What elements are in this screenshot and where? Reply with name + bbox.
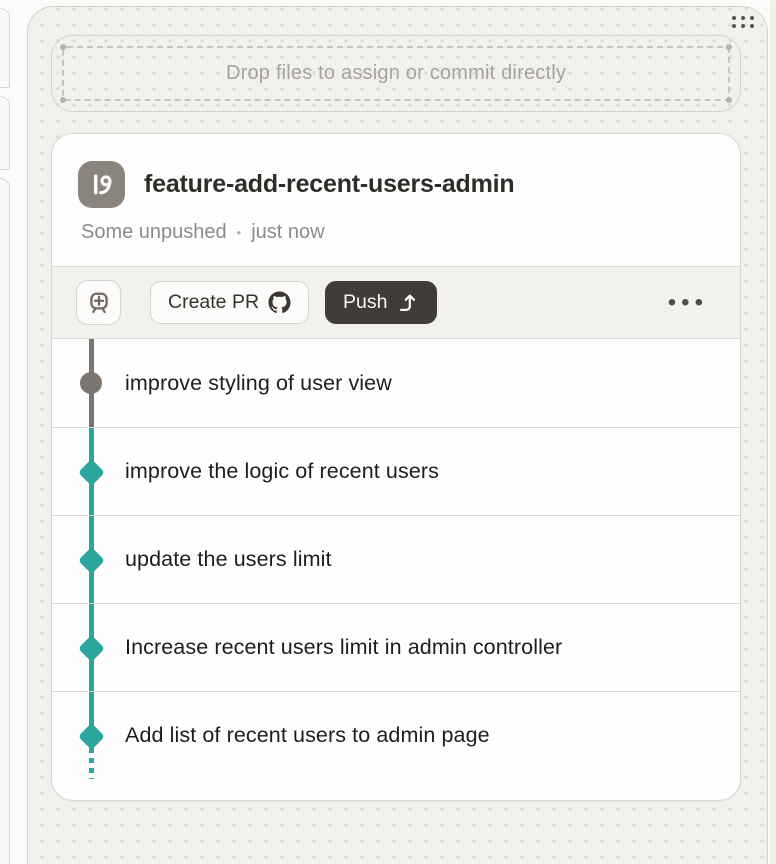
commit-marker-circle bbox=[80, 372, 102, 394]
create-pr-label: Create PR bbox=[168, 291, 259, 314]
drop-zone-corner-dot bbox=[726, 97, 732, 103]
add-commit-to-stack-button[interactable] bbox=[76, 280, 121, 325]
drag-grip-icon[interactable] bbox=[732, 16, 754, 28]
drop-zone-label: Drop files to assign or commit directly bbox=[226, 62, 566, 85]
commit-marker-diamond bbox=[78, 459, 105, 486]
commit-row[interactable]: update the users limit bbox=[52, 515, 740, 603]
push-up-arrow-icon bbox=[397, 292, 419, 314]
branch-icon bbox=[78, 161, 125, 208]
adjacent-column-card-edge bbox=[0, 96, 10, 170]
last-updated-text: just now bbox=[251, 221, 324, 244]
commit-row[interactable]: improve the logic of recent users bbox=[52, 427, 740, 515]
branch-status-line: Some unpushed • just now bbox=[81, 221, 714, 244]
adjacent-column-card-edge bbox=[0, 8, 10, 88]
push-status-text: Some unpushed bbox=[81, 221, 227, 244]
push-button[interactable]: Push bbox=[325, 281, 436, 324]
commit-marker-diamond bbox=[78, 723, 105, 750]
file-drop-zone[interactable]: Drop files to assign or commit directly bbox=[51, 35, 741, 112]
drop-zone-corner-dot bbox=[60, 97, 66, 103]
file-drop-zone-dashed-area: Drop files to assign or commit directly bbox=[62, 46, 730, 101]
create-pr-button[interactable]: Create PR bbox=[150, 281, 309, 324]
app-window: Drop files to assign or commit directly … bbox=[0, 0, 776, 864]
commit-row[interactable]: improve styling of user view bbox=[52, 339, 740, 427]
branch-card-header: feature-add-recent-users-admin Some unpu… bbox=[52, 134, 740, 266]
more-options-button[interactable]: ••• bbox=[668, 291, 708, 315]
add-commit-to-stack-icon bbox=[86, 290, 112, 316]
commit-message: Add list of recent users to admin page bbox=[125, 723, 490, 748]
separator-dot: • bbox=[237, 225, 242, 240]
commit-row[interactable]: Add list of recent users to admin page bbox=[52, 691, 740, 779]
drop-zone-corner-dot bbox=[726, 44, 732, 50]
branch-card: feature-add-recent-users-admin Some unpu… bbox=[51, 133, 741, 801]
commit-marker-diamond bbox=[78, 635, 105, 662]
adjacent-panel-edge bbox=[770, 0, 776, 864]
drop-zone-corner-dot bbox=[60, 44, 66, 50]
commit-row[interactable]: Increase recent users limit in admin con… bbox=[52, 603, 740, 691]
commit-message: improve styling of user view bbox=[125, 371, 392, 396]
github-icon bbox=[268, 291, 291, 314]
commit-message: update the users limit bbox=[125, 547, 332, 572]
branch-name[interactable]: feature-add-recent-users-admin bbox=[144, 170, 514, 199]
commit-marker-diamond bbox=[78, 547, 105, 574]
push-label: Push bbox=[343, 291, 387, 314]
adjacent-column-card-edge bbox=[0, 178, 10, 864]
commit-message: Increase recent users limit in admin con… bbox=[125, 635, 562, 660]
commit-list: improve styling of user view improve the… bbox=[52, 339, 740, 779]
branch-toolbar: Create PR Push ••• bbox=[52, 266, 740, 339]
commit-message: improve the logic of recent users bbox=[125, 459, 439, 484]
branch-column-panel: Drop files to assign or commit directly … bbox=[27, 6, 768, 864]
